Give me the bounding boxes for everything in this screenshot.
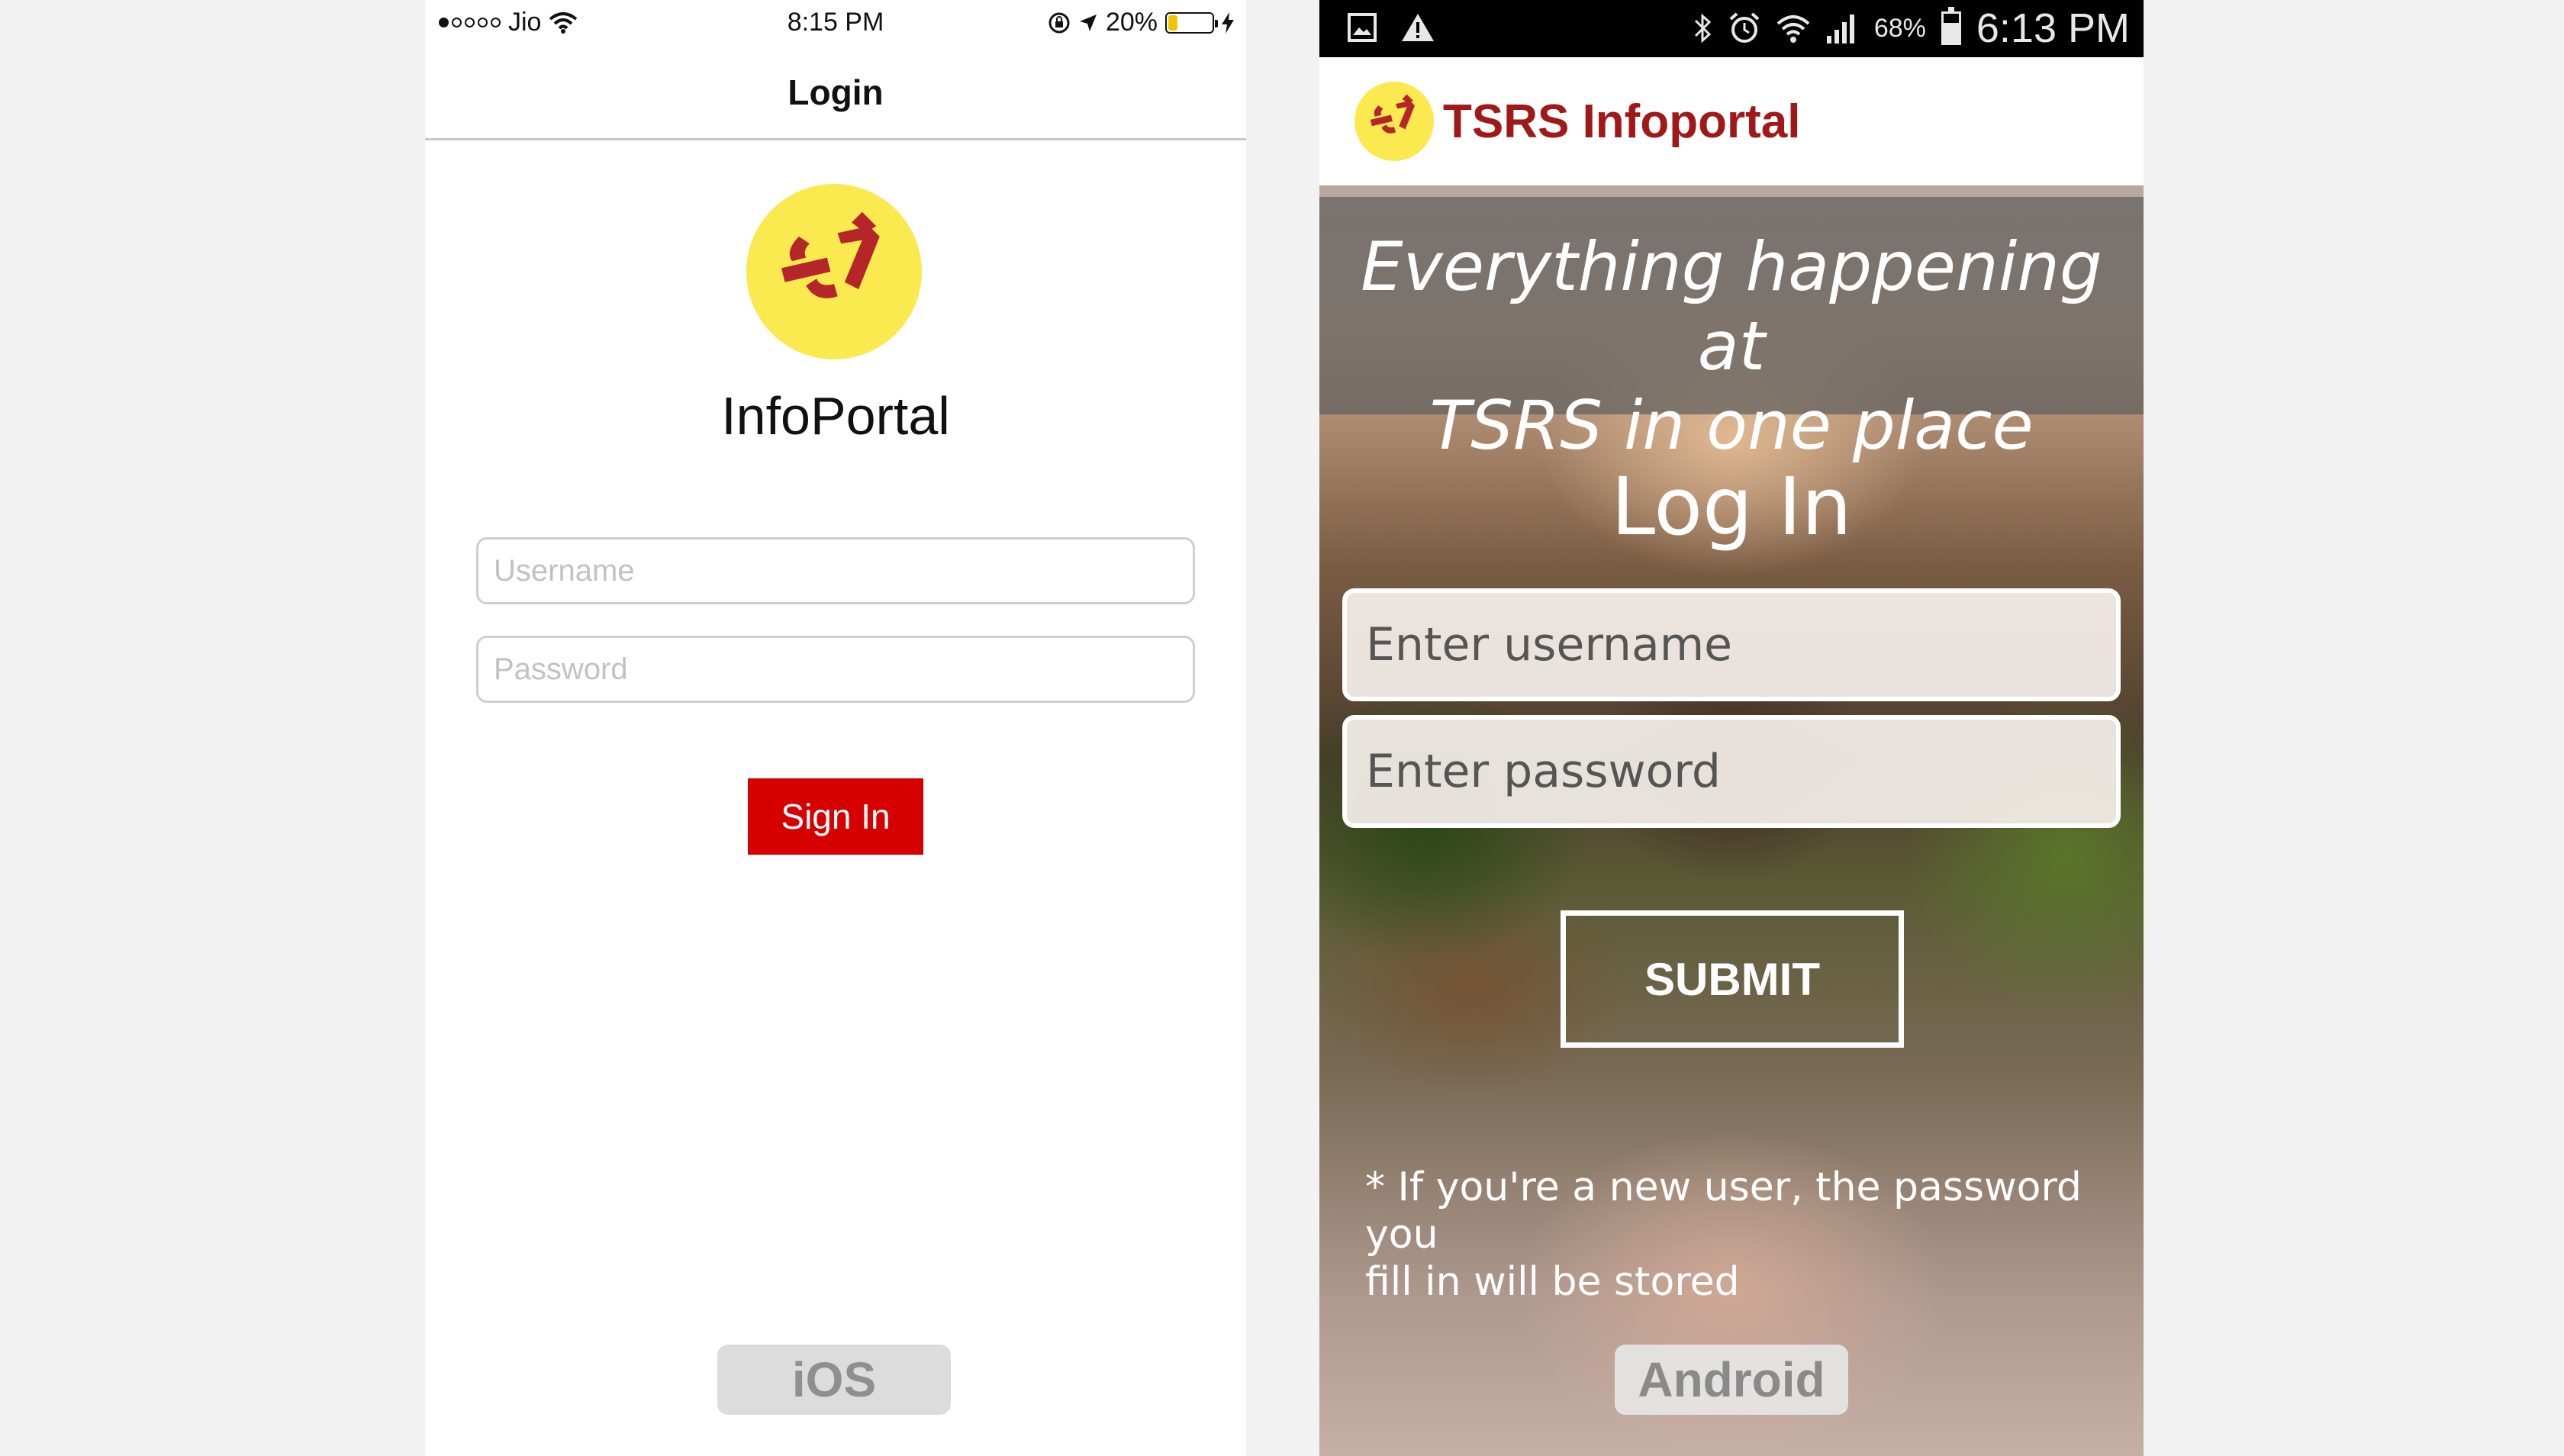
sign-in-button[interactable]: Sign In (748, 778, 923, 855)
blurred-background-image: Everything happening at TSRS in one plac… (1319, 185, 2144, 1456)
bluetooth-icon (1693, 11, 1712, 45)
warning-icon (1400, 12, 1435, 43)
nav-title: Login (788, 72, 884, 112)
battery-percent: 68% (1873, 13, 1926, 43)
gallery-notification-icon (1347, 12, 1377, 43)
battery-percent: 20% (1105, 8, 1158, 37)
battery-icon (1165, 11, 1218, 34)
ios-screen: Jio 8:15 PM 20% Login InfoPortal Usernam… (425, 0, 1246, 1456)
charging-bolt-icon (1222, 11, 1234, 34)
alarm-icon (1728, 11, 1761, 45)
orientation-lock-icon (1048, 11, 1071, 34)
ios-status-bar: Jio 8:15 PM 20% (425, 0, 1246, 44)
login-heading: Log In (1611, 460, 1852, 553)
password-input[interactable] (476, 636, 1195, 703)
note-line-1: * If you're a new user, the password you (1365, 1164, 2082, 1258)
location-arrow-icon (1078, 13, 1098, 33)
battery-icon (1941, 7, 1961, 45)
password-input[interactable] (1342, 715, 2121, 828)
app-name: InfoPortal (721, 386, 950, 446)
android-app-bar: TSRS Infoportal (1319, 57, 2144, 185)
submit-button[interactable]: SUBMIT (1561, 910, 1904, 1048)
infoportal-logo (746, 184, 922, 359)
ios-navigation-bar: Login (425, 44, 1246, 140)
tsrs-logo (1354, 82, 1434, 161)
android-status-bar: 68% 6:13 PM (1319, 0, 2144, 57)
ios-platform-label: iOS (717, 1345, 951, 1415)
username-input[interactable] (476, 537, 1195, 604)
new-user-note: * If you're a new user, the password you… (1365, 1164, 2098, 1306)
tagline-line-1: Everything happening at (1361, 227, 2102, 385)
android-screen: 68% 6:13 PM TSRS Infoportal Everything h… (1319, 0, 2144, 1456)
tagline-banner: Everything happening at TSRS in one plac… (1319, 197, 2144, 465)
wifi-icon (1776, 13, 1810, 43)
android-clock: 6:13 PM (1976, 5, 2130, 51)
username-input[interactable] (1342, 588, 2121, 701)
cell-signal-icon (1825, 11, 1859, 45)
note-line-2: fill in will be stored (1365, 1259, 1740, 1305)
android-platform-label: Android (1615, 1345, 1848, 1415)
tagline-line-2: TSRS in one place (1429, 386, 2034, 465)
app-title: TSRS Infoportal (1443, 95, 1801, 148)
